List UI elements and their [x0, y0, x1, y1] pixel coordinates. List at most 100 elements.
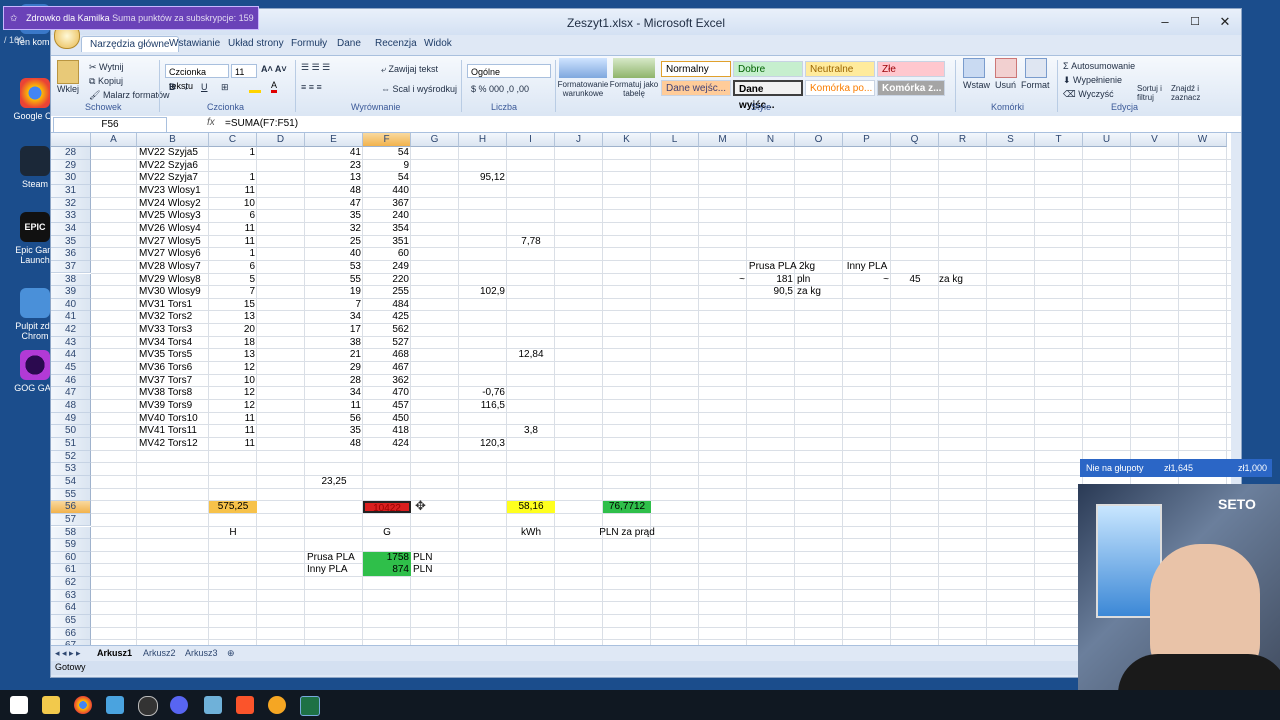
minimize-button[interactable]: – — [1151, 12, 1179, 32]
cell-number[interactable] — [507, 337, 555, 349]
row-header[interactable]: 50 — [51, 425, 91, 438]
cell-number[interactable]: 23 — [305, 160, 363, 172]
cell-number[interactable] — [459, 349, 507, 361]
cell-number[interactable]: 354 — [363, 223, 411, 235]
cell-number[interactable]: 7,78 — [507, 236, 555, 248]
cell-label[interactable]: MV26 Wlosy4 — [137, 223, 211, 235]
cell-number[interactable]: 562 — [363, 324, 411, 336]
cell-label[interactable]: PLN za prąd — [597, 527, 657, 539]
cell-number[interactable]: 11 — [305, 400, 363, 412]
cell-number[interactable] — [507, 248, 555, 260]
column-header[interactable]: K — [603, 133, 651, 147]
cell-number[interactable]: 11 — [209, 413, 257, 425]
cell-number[interactable]: 60 — [363, 248, 411, 260]
underline-button[interactable]: U — [201, 82, 208, 92]
app-icon-2[interactable] — [204, 696, 222, 714]
cell-number[interactable] — [507, 400, 555, 412]
cell-label[interactable]: ~ — [843, 274, 891, 286]
row-header[interactable]: 46 — [51, 374, 91, 388]
sheet-tab-2[interactable]: Arkusz2 — [143, 648, 176, 658]
cell-label[interactable]: MV33 Tors3 — [137, 324, 211, 336]
row-header[interactable]: 29 — [51, 159, 91, 173]
format-painter-button[interactable]: 🖌 Malarz formatów — [89, 90, 169, 101]
row-header[interactable]: 60 — [51, 551, 91, 565]
cell-label[interactable]: MV32 Tors2 — [137, 311, 211, 323]
row-header[interactable]: 34 — [51, 222, 91, 236]
wrap-text-button[interactable]: ⤶ Zawijaj tekst — [381, 64, 438, 75]
autosum-button[interactable]: Σ Autosumowanie — [1063, 61, 1135, 71]
column-header[interactable]: F — [363, 133, 411, 147]
cell-number[interactable]: 48 — [305, 185, 363, 197]
cell-number[interactable]: 53 — [305, 261, 363, 273]
cell-number[interactable]: 468 — [363, 349, 411, 361]
cell-number[interactable]: 54 — [363, 172, 411, 184]
cell-number[interactable]: 102,9 — [459, 286, 507, 298]
cell-number[interactable] — [459, 223, 507, 235]
cell-number[interactable] — [507, 375, 555, 387]
cell-number[interactable]: 40 — [305, 248, 363, 260]
cell-number[interactable] — [507, 413, 555, 425]
cell-label[interactable]: MV38 Tors8 — [137, 387, 211, 399]
cell-number[interactable]: 12,84 — [507, 349, 555, 361]
row-header[interactable]: 42 — [51, 324, 91, 337]
cell-label[interactable]: kWh — [507, 527, 555, 539]
cell-label[interactable]: MV22 Szyja5 — [137, 147, 211, 159]
cell-number[interactable] — [459, 362, 507, 374]
cell-number[interactable]: 19 — [305, 286, 363, 298]
cell-number[interactable]: 12 — [209, 362, 257, 374]
row-header[interactable]: 36 — [51, 248, 91, 261]
cell-number[interactable]: 367 — [363, 198, 411, 210]
cell-number[interactable] — [507, 324, 555, 336]
cell-number[interactable]: 181 — [747, 274, 795, 286]
style-bad[interactable]: Złe — [877, 61, 945, 77]
style-check-cell[interactable]: Komórka z... — [877, 80, 945, 96]
column-header[interactable]: J — [555, 133, 603, 147]
formula-input[interactable]: =SUMA(F7:F51) — [225, 118, 298, 129]
column-header[interactable]: R — [939, 133, 987, 147]
cell-number[interactable]: 362 — [363, 375, 411, 387]
style-linked-cell[interactable]: Komórka po... — [805, 80, 875, 96]
cell-number[interactable] — [507, 299, 555, 311]
column-header[interactable]: G — [411, 133, 459, 147]
style-output[interactable]: Dane wyjśc... — [733, 80, 803, 111]
tab-home[interactable]: Narzędzia główne — [81, 36, 179, 52]
cell-number[interactable] — [459, 210, 507, 222]
sheet-tab-1[interactable]: Arkusz1 — [97, 648, 132, 658]
cell-number[interactable]: 54 — [363, 147, 411, 159]
cell-number[interactable] — [507, 210, 555, 222]
row-header[interactable]: 65 — [51, 615, 91, 628]
cell-number[interactable] — [459, 413, 507, 425]
cell-label[interactable]: G — [363, 527, 411, 539]
cell-label[interactable]: Inny PLA — [843, 261, 891, 273]
row-header[interactable]: 43 — [51, 336, 91, 350]
row-header[interactable]: 39 — [51, 286, 91, 299]
cell-number[interactable]: 95,12 — [459, 172, 507, 184]
column-header[interactable]: W — [1179, 133, 1227, 147]
cell-number[interactable] — [459, 311, 507, 323]
row-header[interactable]: 66 — [51, 627, 91, 641]
fx-icon[interactable]: fx — [207, 117, 215, 128]
cell-number[interactable]: 457 — [363, 400, 411, 412]
chrome-taskbar-icon[interactable] — [74, 696, 92, 714]
cell-pln-power[interactable]: 76,7712 — [603, 501, 651, 514]
currency-percent-icons[interactable]: $ % 000 ,0 ,00 — [471, 84, 529, 94]
cell-number[interactable] — [507, 185, 555, 197]
cell-number[interactable]: 3,8 — [507, 425, 555, 437]
row-header[interactable]: 53 — [51, 463, 91, 476]
column-header[interactable]: V — [1131, 133, 1179, 147]
bold-button[interactable]: B — [169, 82, 176, 92]
cell-label[interactable]: MV23 Wlosy1 — [137, 185, 211, 197]
cell-number[interactable]: 220 — [363, 274, 411, 286]
row-header[interactable]: 64 — [51, 602, 91, 616]
cell-label[interactable]: MV22 Szyja6 — [137, 160, 211, 172]
cell-number[interactable] — [459, 337, 507, 349]
insert-button[interactable]: Wstaw — [963, 80, 990, 90]
cell-number[interactable] — [507, 147, 555, 159]
style-input[interactable]: Dane wejśc... — [661, 80, 731, 96]
cell-number[interactable]: 41 — [305, 147, 363, 159]
grow-font-icon[interactable]: A˄ A˅ — [261, 64, 287, 74]
italic-button[interactable]: I — [185, 82, 188, 92]
cell-number[interactable] — [459, 324, 507, 336]
cell-number[interactable]: 48 — [305, 438, 363, 450]
cell-number[interactable]: 440 — [363, 185, 411, 197]
